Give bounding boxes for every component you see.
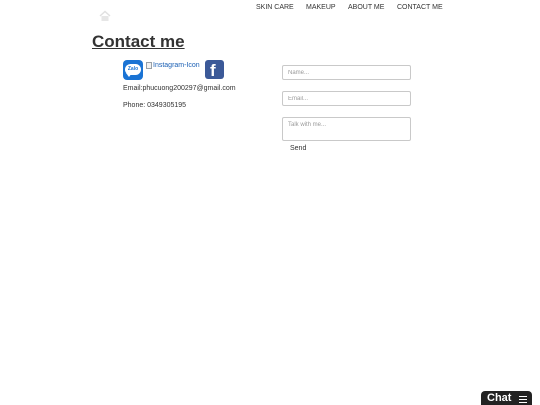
menu-icon <box>519 396 527 403</box>
nav-item-makeup[interactable]: MAKEUP <box>306 4 336 11</box>
zalo-label: Zalo <box>127 66 139 72</box>
zalo-icon[interactable]: Zalo <box>123 60 143 80</box>
contact-email: Email:phucuong200297@gmail.com <box>123 85 236 92</box>
instagram-alt-text: Instagram-Icon <box>153 62 200 69</box>
email-field[interactable] <box>282 91 411 106</box>
contact-phone: Phone: 0349305195 <box>123 102 187 109</box>
nav-item-contact-me[interactable]: CONTACT ME <box>397 4 443 11</box>
nav-item-skin-care[interactable]: SKIN CARE <box>256 4 294 11</box>
chat-button[interactable]: Chat <box>481 391 532 405</box>
nav-item-about-me[interactable]: ABOUT ME <box>348 4 384 11</box>
name-field[interactable] <box>282 65 411 80</box>
facebook-icon[interactable]: f <box>205 60 224 79</box>
chat-label: Chat <box>487 392 512 404</box>
page-title: Contact me <box>92 32 185 51</box>
broken-image-icon <box>146 62 152 69</box>
send-button[interactable]: Send <box>290 145 306 152</box>
instagram-link[interactable]: Instagram-Icon <box>146 62 200 69</box>
message-field[interactable] <box>282 117 411 141</box>
home-icon[interactable] <box>98 9 112 23</box>
